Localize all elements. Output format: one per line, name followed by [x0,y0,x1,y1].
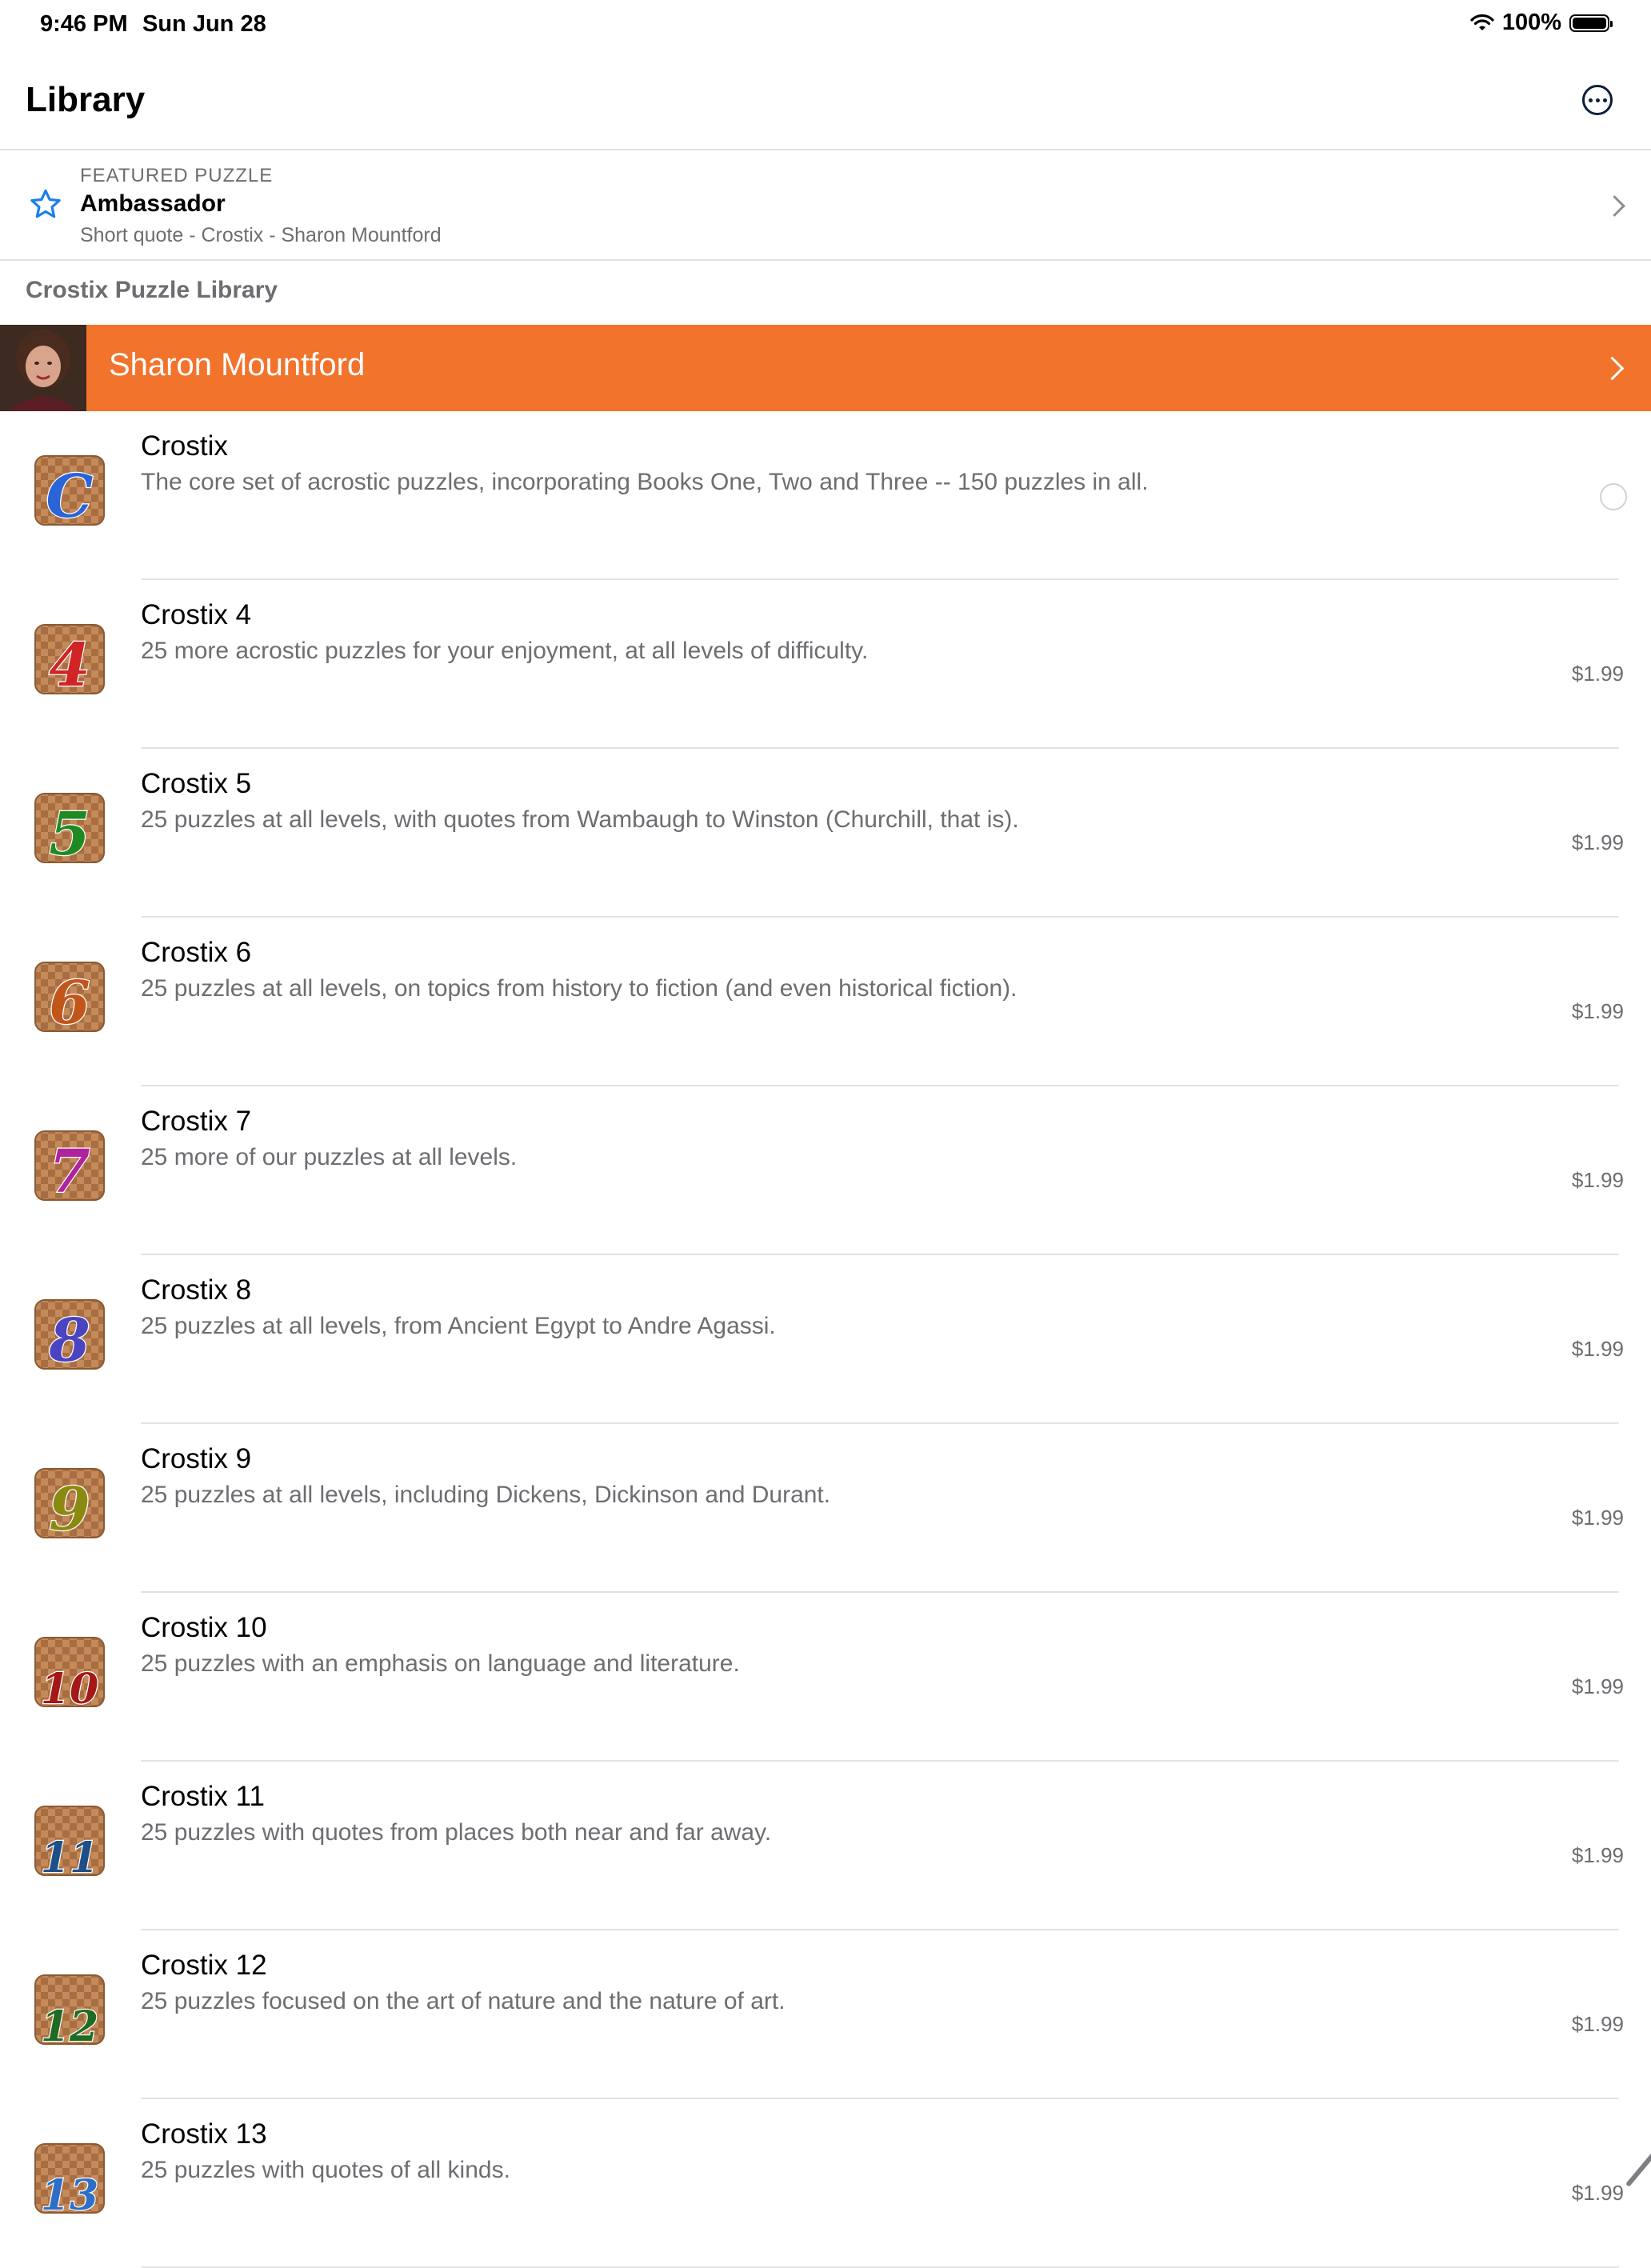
svg-text:7: 7 [49,1138,90,1206]
svg-text:5: 5 [49,800,90,869]
list-item[interactable]: 7 Crostix 7 25 more of our puzzles at all … [0,1086,1651,1255]
price-label: $1.99 [1571,2012,1624,2036]
featured-label: FEATURED PUZZLE [80,165,274,186]
list-item[interactable]: C Crostix The core set of acrostic puzzles… [0,411,1651,580]
price-label: $1.99 [1571,1843,1624,1867]
selection-circle-icon[interactable] [1600,483,1627,510]
status-bar: 9:46 PM Sun Jun 28 100% [0,0,1651,51]
section-header: Crostix Puzzle Library [26,277,278,303]
list-item-description: 25 puzzles focused on the art of nature … [141,1988,786,2014]
svg-text:4: 4 [49,631,90,700]
list-item[interactable]: 11 Crostix 11 25 puzzles with quotes from … [0,1762,1651,1930]
price-label: $1.99 [1571,1506,1624,1530]
crostix-book-icon: 9 [34,1468,105,1545]
list-item-title: Crostix 4 [141,599,252,630]
price-label: $1.99 [1571,830,1624,854]
crostix-book-icon: 10 [34,1637,105,1714]
price-label: $1.99 [1571,999,1624,1023]
svg-text:10: 10 [41,1665,98,1714]
ellipsis-circle-icon[interactable] [1582,85,1613,115]
price-label: $1.99 [1571,1674,1624,1698]
svg-text:8: 8 [48,1306,90,1375]
navigation-bar: Library [0,51,1651,150]
wifi-icon [1470,14,1494,30]
status-right: 100% [1470,10,1613,36]
svg-text:9: 9 [49,1475,90,1544]
list-item-title: Crostix 11 [141,1781,265,1812]
crostix-book-icon: 4 [34,624,105,701]
list-item-description: 25 puzzles at all levels, on topics from… [141,975,1017,1002]
list-item-title: Crostix 5 [141,768,252,799]
crostix-book-icon: 13 [34,2143,105,2221]
battery-icon [1569,14,1613,32]
crostix-book-icon: C [34,455,105,532]
list-item-description: 25 more of our puzzles at all levels. [141,1144,518,1170]
list-item[interactable]: 13 Crostix 13 25 puzzles with quotes of al… [0,2099,1651,2268]
list-item-title: Crostix 12 [141,1950,267,1981]
author-banner[interactable]: Sharon Mountford [0,325,1651,411]
puzzle-list: C Crostix The core set of acrostic puzzles… [0,411,1651,2268]
svg-text:12: 12 [41,2002,98,2051]
list-item-description: 25 puzzles at all levels, with quotes fr… [141,806,1019,833]
list-item-title: Crostix 6 [141,937,252,968]
list-item-title: Crostix 10 [141,1612,267,1643]
list-item[interactable]: 4 Crostix 4 25 more acrostic puzzles for y… [0,580,1651,749]
list-item-title: Crostix 8 [141,1274,252,1306]
price-label: $1.99 [1571,1168,1624,1192]
list-item-description: 25 puzzles at all levels, including Dick… [141,1482,831,1508]
list-item[interactable]: 8 Crostix 8 25 puzzles at all levels, from… [0,1255,1651,1424]
star-icon [30,189,61,218]
svg-text:11: 11 [41,1834,98,1882]
price-label: $1.99 [1571,2181,1624,2205]
page-title: Library [26,80,146,119]
battery-percent: 100% [1501,10,1561,35]
crostix-book-icon: 7 [34,1130,105,1207]
status-time: 9:46 PM [40,11,128,37]
crostix-book-icon: 5 [34,793,105,870]
list-item-description: 25 puzzles with quotes from places both … [141,1819,772,1846]
price-label: $1.99 [1571,662,1624,686]
featured-title: Ambassador [80,190,226,217]
crostix-book-icon: 8 [34,1299,105,1376]
svg-text:6: 6 [49,969,90,1038]
status-date: Sun Jun 28 [142,11,266,37]
list-item[interactable]: 5 Crostix 5 25 puzzles at all levels, with… [0,749,1651,918]
chevron-right-icon [1600,356,1625,381]
crostix-book-icon: 12 [34,1974,105,2052]
crostix-book-icon: 11 [34,1806,105,1883]
list-item[interactable]: 6 Crostix 6 25 puzzles at all levels, on t… [0,918,1651,1086]
svg-text:C: C [46,462,94,531]
list-item-description: 25 puzzles at all levels, from Ancient E… [141,1313,776,1339]
list-item-description: 25 more acrostic puzzles for your enjoym… [141,638,869,664]
list-item-title: Crostix 7 [141,1106,252,1137]
list-item[interactable]: 10 Crostix 10 25 puzzles with an emphasis … [0,1593,1651,1762]
list-item-description: 25 puzzles with quotes of all kinds. [141,2157,510,2183]
list-item-title: Crostix 9 [141,1443,252,1474]
list-item-title: Crostix 13 [141,2118,267,2150]
featured-puzzle-row[interactable]: FEATURED PUZZLE Ambassador Short quote -… [0,150,1651,261]
author-name: Sharon Mountford [109,347,366,382]
list-item-description: 25 puzzles with an emphasis on language … [141,1650,740,1677]
list-item[interactable]: 12 Crostix 12 25 puzzles focused on the ar… [0,1930,1651,2099]
chevron-right-icon [1604,195,1625,217]
list-item-title: Crostix [141,430,228,462]
price-label: $1.99 [1571,1337,1624,1361]
battery-fill [1573,17,1606,29]
list-item[interactable]: 9 Crostix 9 25 puzzles at all levels, incl… [0,1424,1651,1593]
avatar [0,325,86,411]
featured-subtitle: Short quote - Crostix - Sharon Mountford [80,224,442,246]
crostix-book-icon: 6 [34,962,105,1038]
svg-text:13: 13 [41,2171,98,2220]
list-item-description: The core set of acrostic puzzles, incorp… [141,469,1149,495]
